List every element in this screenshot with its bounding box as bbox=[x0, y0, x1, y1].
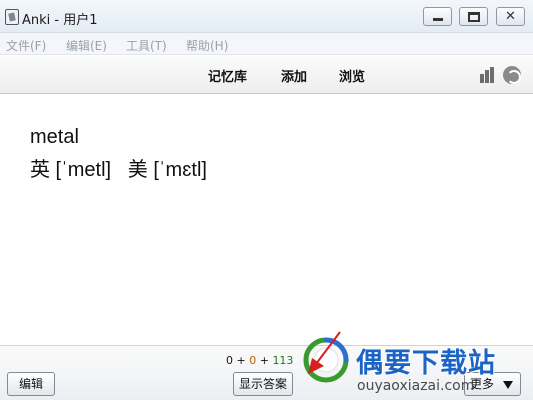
main-toolbar: 记忆库 添加 浏览 bbox=[0, 56, 533, 94]
sync-icon[interactable] bbox=[503, 66, 521, 84]
anki-app-icon bbox=[5, 9, 19, 25]
card-view: metal 英 [ˈmetl] 美 [ˈmɛtl] bbox=[0, 95, 533, 345]
toolbar-browse-link[interactable]: 浏览 bbox=[339, 66, 365, 85]
stats-icon[interactable] bbox=[480, 67, 498, 83]
card-phonetic: 英 [ˈmetl] 美 [ˈmɛtl] bbox=[30, 159, 207, 181]
count-separator: + bbox=[259, 354, 269, 367]
chevron-down-icon bbox=[503, 381, 513, 389]
menu-bar: 文件(F) 编辑(E) 工具(T) 帮助(H) bbox=[0, 33, 533, 55]
count-separator: + bbox=[236, 354, 246, 367]
menu-file[interactable]: 文件(F) bbox=[6, 37, 46, 54]
close-button[interactable]: ✕ bbox=[496, 7, 525, 26]
watermark-url: ouyaoxiazai.com bbox=[357, 378, 475, 394]
maximize-icon bbox=[468, 12, 480, 22]
learning-count: 0 bbox=[249, 354, 257, 367]
toolbar-decks-link[interactable]: 记忆库 bbox=[208, 66, 247, 85]
review-count: 113 bbox=[272, 354, 294, 367]
close-icon: ✕ bbox=[505, 9, 516, 24]
menu-tools[interactable]: 工具(T) bbox=[126, 37, 167, 54]
toolbar-add-link[interactable]: 添加 bbox=[281, 66, 307, 85]
watermark-arrow-icon bbox=[308, 331, 341, 374]
minimize-icon bbox=[433, 18, 443, 21]
maximize-button[interactable] bbox=[459, 7, 488, 26]
minimize-button[interactable] bbox=[423, 7, 452, 26]
watermark-site-name: 偶要下载站 bbox=[356, 348, 496, 379]
new-count: 0 bbox=[226, 354, 233, 367]
menu-help[interactable]: 帮助(H) bbox=[186, 37, 228, 54]
title-bar: Anki - 用户1 ✕ bbox=[0, 0, 533, 33]
card-front-word: metal bbox=[30, 126, 79, 148]
window-title: Anki - 用户1 bbox=[22, 13, 98, 28]
menu-edit[interactable]: 编辑(E) bbox=[66, 37, 107, 54]
show-answer-button[interactable]: 显示答案 bbox=[233, 372, 293, 396]
due-counts: 0 + 0 + 113 bbox=[226, 354, 293, 367]
edit-button[interactable]: 编辑 bbox=[7, 372, 55, 396]
